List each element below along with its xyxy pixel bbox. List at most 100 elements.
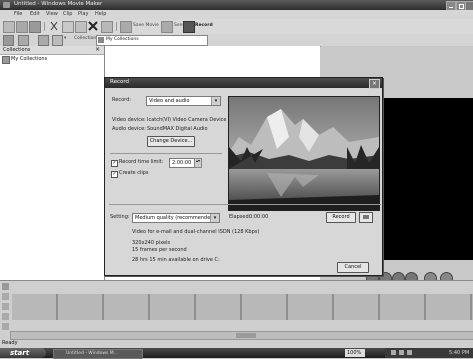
dialog-title-bar: Record × <box>105 78 382 89</box>
collections-view-icon[interactable] <box>38 35 49 46</box>
zoom-out-icon[interactable] <box>2 303 9 310</box>
collection-value: My Collections <box>106 37 139 42</box>
menu-view[interactable]: View <box>46 12 58 17</box>
zoom-value: 100% <box>347 349 362 356</box>
menu-play[interactable]: Play <box>78 12 88 17</box>
save-movie-button[interactable]: Save Movie <box>133 23 159 29</box>
delete-icon[interactable] <box>88 21 98 31</box>
dialog-title: Record <box>110 79 130 85</box>
collection-selector[interactable]: My Collections <box>96 35 208 46</box>
new-project-icon[interactable] <box>3 21 15 33</box>
collections-title: Collections <box>3 47 31 53</box>
toolbar-divider <box>116 22 117 31</box>
views-dropdown-icon[interactable]: ▾ <box>64 36 66 42</box>
menu-bar: File Edit View Clip Play Help <box>0 10 473 19</box>
camera-icon <box>363 215 369 219</box>
setting-info-description: Video for e-mail and dual-channel ISDN (… <box>132 229 260 235</box>
copy-icon[interactable] <box>62 21 74 33</box>
mountain-lake-image <box>229 97 379 210</box>
record-icon[interactable] <box>183 21 195 33</box>
tray-icon[interactable] <box>391 350 396 355</box>
start-button[interactable]: start <box>0 348 46 358</box>
collections-close-icon[interactable]: × <box>95 47 100 53</box>
record-type-value: Video and audio <box>149 97 190 104</box>
start-label: start <box>10 348 30 357</box>
timeline-scrollbar[interactable] <box>10 331 473 340</box>
tasks-icon[interactable] <box>3 35 14 46</box>
elapsed-value: 0:00:00 <box>249 214 269 220</box>
change-device-button[interactable]: Change Device... <box>147 136 195 147</box>
audio-device-label: Audio device: <box>112 126 146 132</box>
chevron-down-icon: ▾ <box>210 214 219 222</box>
app-icon <box>3 2 10 8</box>
audio-levels-icon[interactable] <box>2 323 9 330</box>
record-time-limit-value: 2:00:00 <box>172 159 192 166</box>
create-clips-label: Create clips <box>119 170 149 176</box>
divider <box>109 204 381 205</box>
cancel-button[interactable]: Cancel <box>337 262 369 273</box>
maximize-icon <box>459 4 464 9</box>
collections-pane: Collections × My Collections <box>0 46 105 280</box>
taskbar: start Untitled - Windows M... 100% 5:40 … <box>0 348 473 359</box>
views-icon[interactable] <box>52 35 63 46</box>
record-toolbar-button[interactable]: Record <box>195 23 213 29</box>
toolbar-divider <box>44 22 45 31</box>
send-icon[interactable] <box>161 21 173 33</box>
open-project-icon[interactable] <box>16 21 28 33</box>
zoom-indicator: 100% <box>345 349 365 357</box>
status-text: Ready <box>2 340 18 346</box>
time-spinner[interactable]: ▴▾ <box>194 158 202 168</box>
collection-folder-icon <box>2 56 10 64</box>
record-time-limit-checkbox[interactable]: ✓ <box>111 160 118 167</box>
record-time-limit-label: Record time limit: <box>119 159 164 165</box>
collections-header: Collections × <box>0 46 104 55</box>
video-preview <box>228 96 380 211</box>
collection-label: Collection <box>74 36 97 41</box>
undo-icon[interactable] <box>101 21 113 33</box>
disk-space-info: 28 hrs 15 min available on drive C: <box>132 257 220 263</box>
record-type-dropdown[interactable]: Video and audio ▾ <box>146 96 221 106</box>
title-bar: Untitled - Windows Movie Maker <box>0 0 473 11</box>
video-device-value: Icatch(VI) Video Camera Device <box>147 117 227 123</box>
tray-icon[interactable] <box>407 350 412 355</box>
zoom-in-icon[interactable] <box>2 293 9 300</box>
menu-clip[interactable]: Clip <box>63 12 72 17</box>
storyboard-strip[interactable] <box>12 294 473 320</box>
setting-dropdown[interactable]: Medium quality (recommended) ▾ <box>132 213 220 223</box>
timeline-toggle-icon[interactable] <box>2 283 9 290</box>
main-toolbar: Save Movie Send ▾ Record <box>0 19 473 35</box>
tray-icon[interactable] <box>399 350 404 355</box>
setting-label: Setting: <box>110 214 130 220</box>
record-label: Record: <box>112 97 131 103</box>
setting-info-resolution: 320x240 pixels <box>132 240 171 246</box>
clock: 5:40 PM <box>449 349 470 356</box>
snapshot-button[interactable] <box>359 212 373 223</box>
menu-edit[interactable]: Edit <box>30 12 40 17</box>
scrollbar-thumb[interactable] <box>236 333 256 338</box>
audio-device-value: SoundMAX Digital Audio <box>147 126 208 132</box>
setting-info-framerate: 15 frames per second <box>132 247 187 253</box>
save-project-icon[interactable] <box>29 21 41 33</box>
menu-help[interactable]: Help <box>95 12 106 17</box>
cut-icon[interactable] <box>49 21 59 31</box>
elapsed-label: Elapsed: <box>229 214 251 220</box>
narrate-icon[interactable] <box>2 313 9 320</box>
dialog-close-button[interactable]: × <box>369 79 380 89</box>
divider <box>110 153 222 154</box>
collection-tree-item[interactable]: My Collections <box>11 57 47 62</box>
create-clips-checkbox[interactable]: ✓ <box>111 171 118 178</box>
record-time-limit-field[interactable]: 2:00:00 <box>169 158 195 168</box>
system-tray: 5:40 PM <box>385 348 473 358</box>
up-folder-icon[interactable] <box>18 35 29 46</box>
record-button[interactable]: Record <box>326 212 356 223</box>
save-movie-icon[interactable] <box>120 21 132 33</box>
window-title: Untitled - Windows Movie Maker <box>14 1 103 7</box>
menu-file[interactable]: File <box>14 12 22 17</box>
paste-icon[interactable] <box>75 21 87 33</box>
record-dialog: Record × Record: Video and audio ▾ Video… <box>104 77 383 276</box>
folder-icon <box>98 37 104 43</box>
taskbar-item-label: Untitled - Windows M... <box>66 350 118 356</box>
minimize-icon <box>449 7 453 8</box>
setting-value: Medium quality (recommended) <box>135 214 216 221</box>
video-device-label: Video device: <box>112 117 146 123</box>
